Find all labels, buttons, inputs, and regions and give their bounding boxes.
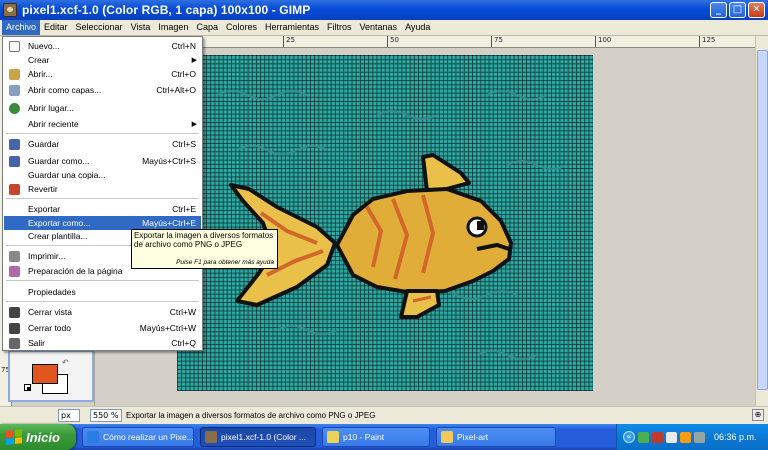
menu-editar[interactable]: Editar	[40, 20, 72, 35]
new-file-icon	[9, 40, 20, 52]
windows-logo-icon	[6, 429, 22, 445]
menu-ayuda[interactable]: Ayuda	[401, 20, 434, 35]
menu-ventanas[interactable]: Ventanas	[356, 20, 402, 35]
menu-separator	[6, 301, 199, 302]
menu-separator	[6, 133, 199, 134]
zoom-select[interactable]: 550 %	[90, 409, 122, 422]
menu-colores[interactable]: Colores	[222, 20, 261, 35]
menu-item-properties[interactable]: Propiedades	[4, 285, 201, 299]
system-tray: « 06:36 p.m.	[616, 424, 768, 450]
browser-icon	[87, 431, 99, 443]
menu-item-close-all[interactable]: Cerrar todo Mayús+Ctrl+W	[4, 321, 201, 335]
ruler-tick: 100	[595, 36, 611, 47]
menu-item-new[interactable]: Nuevo... Ctrl+N	[4, 39, 201, 53]
status-bar: px 550 % Exportar la imagen a diversos f…	[0, 406, 768, 424]
swap-colors-icon[interactable]: ↶	[62, 358, 69, 367]
menu-bar: Archivo Editar Seleccionar Vista Imagen …	[0, 20, 768, 36]
show-hidden-icons-icon[interactable]: «	[623, 431, 635, 443]
update-icon[interactable]	[680, 431, 691, 443]
tooltip-text: Exportar la imagen a diversos formatos d…	[134, 231, 274, 249]
gimp-icon	[3, 3, 17, 17]
reset-colors-icon[interactable]	[24, 384, 31, 391]
menu-item-close-view[interactable]: Cerrar vista Ctrl+W	[4, 305, 201, 319]
close-view-icon	[9, 306, 20, 318]
menu-item-save-as[interactable]: Guardar como... Mayús+Ctrl+S	[4, 154, 201, 168]
window-title: pixel1.xcf-1.0 (Color RGB, 1 capa) 100x1…	[22, 3, 311, 17]
fish-top-fin	[421, 153, 471, 193]
menu-item-export[interactable]: Exportar Ctrl+E	[4, 202, 201, 216]
menu-separator	[6, 280, 199, 281]
network-icon[interactable]	[638, 431, 649, 443]
task-paint[interactable]: p10 - Paint	[322, 427, 430, 447]
task-browser[interactable]: Cómo realizar un Pixe...	[82, 427, 194, 447]
ruler-tick: 75	[491, 36, 503, 47]
menu-vista[interactable]: Vista	[127, 20, 155, 35]
tooltip-help: Pulse F1 para obtener más ayuda	[176, 259, 274, 266]
menu-filtros[interactable]: Filtros	[323, 20, 356, 35]
close-all-icon	[9, 322, 20, 334]
page-setup-icon	[9, 265, 20, 277]
revert-icon	[9, 183, 20, 195]
unit-select[interactable]: px	[58, 409, 80, 422]
menu-imagen[interactable]: Imagen	[154, 20, 192, 35]
gimp-icon	[205, 431, 217, 443]
menu-item-save-copy[interactable]: Guardar una copia...	[4, 168, 201, 182]
menu-item-save[interactable]: Guardar Ctrl+S	[4, 137, 201, 151]
ruler-tick: 125	[699, 36, 715, 47]
paint-icon	[327, 431, 339, 443]
minimize-button[interactable]: _	[710, 2, 727, 18]
folder-icon	[441, 431, 453, 443]
menu-item-revert[interactable]: Revertir	[4, 182, 201, 196]
menu-item-export-as[interactable]: Exportar como... Mayús+Ctrl+E	[4, 216, 201, 230]
menu-item-open-recent[interactable]: Abrir reciente ▶	[4, 117, 201, 131]
menu-item-open-location[interactable]: Abrir lugar...	[4, 101, 201, 115]
close-button[interactable]: ✕	[748, 2, 765, 18]
menu-seleccionar[interactable]: Seleccionar	[72, 20, 127, 35]
task-gimp[interactable]: pixel1.xcf-1.0 (Color ...	[200, 427, 316, 447]
maximize-button[interactable]: □	[729, 2, 746, 18]
menu-capa[interactable]: Capa	[192, 20, 222, 35]
menu-item-quit[interactable]: Salir Ctrl+Q	[4, 336, 201, 350]
quit-icon	[9, 337, 20, 349]
submenu-arrow-icon: ▶	[191, 121, 197, 128]
window-controls: _ □ ✕	[710, 2, 765, 18]
task-folder[interactable]: Pixel-art	[436, 427, 556, 447]
color-selector: ↶	[8, 350, 94, 402]
ruler-tick: 50	[387, 36, 399, 47]
menu-item-create[interactable]: Crear ▶	[4, 53, 201, 67]
foreground-color[interactable]	[32, 364, 58, 384]
navigate-icon[interactable]: ⊕	[752, 409, 764, 421]
open-layer-icon	[9, 84, 20, 96]
clock[interactable]: 06:36 p.m.	[714, 432, 757, 442]
menu-separator	[6, 198, 199, 199]
start-label: Inicio	[26, 429, 60, 445]
open-folder-icon	[9, 68, 20, 80]
menu-item-open[interactable]: Abrir... Ctrl+O	[4, 67, 201, 81]
menu-archivo[interactable]: Archivo	[2, 20, 41, 35]
volume-icon[interactable]	[666, 431, 677, 443]
taskbar: Inicio Cómo realizar un Pixe... pixel1.x…	[0, 424, 768, 450]
ruler-tick: 25	[283, 36, 295, 47]
security-icon[interactable]	[652, 431, 663, 443]
fish-bottom-fin	[399, 289, 441, 319]
image-canvas[interactable]	[177, 55, 593, 391]
print-icon	[9, 250, 20, 262]
pixel-fish-artwork	[216, 90, 568, 360]
start-button[interactable]: Inicio	[0, 424, 76, 450]
globe-icon	[9, 102, 20, 114]
title-bar: pixel1.xcf-1.0 (Color RGB, 1 capa) 100x1…	[0, 0, 768, 20]
scrollbar-thumb[interactable]	[757, 50, 768, 390]
file-menu: Nuevo... Ctrl+N Crear ▶ Abrir... Ctrl+O …	[2, 36, 203, 351]
menu-item-open-as-layers[interactable]: Abrir como capas... Ctrl+Alt+O	[4, 83, 201, 97]
status-message: Exportar la imagen a diversos formatos d…	[126, 411, 376, 420]
menu-herramientas[interactable]: Herramientas	[261, 20, 323, 35]
save-icon	[9, 138, 20, 150]
save-as-icon	[9, 155, 20, 167]
device-icon[interactable]	[694, 431, 705, 443]
vertical-scrollbar[interactable]	[755, 36, 768, 406]
tooltip: Exportar la imagen a diversos formatos d…	[131, 229, 278, 269]
submenu-arrow-icon: ▶	[191, 57, 197, 64]
